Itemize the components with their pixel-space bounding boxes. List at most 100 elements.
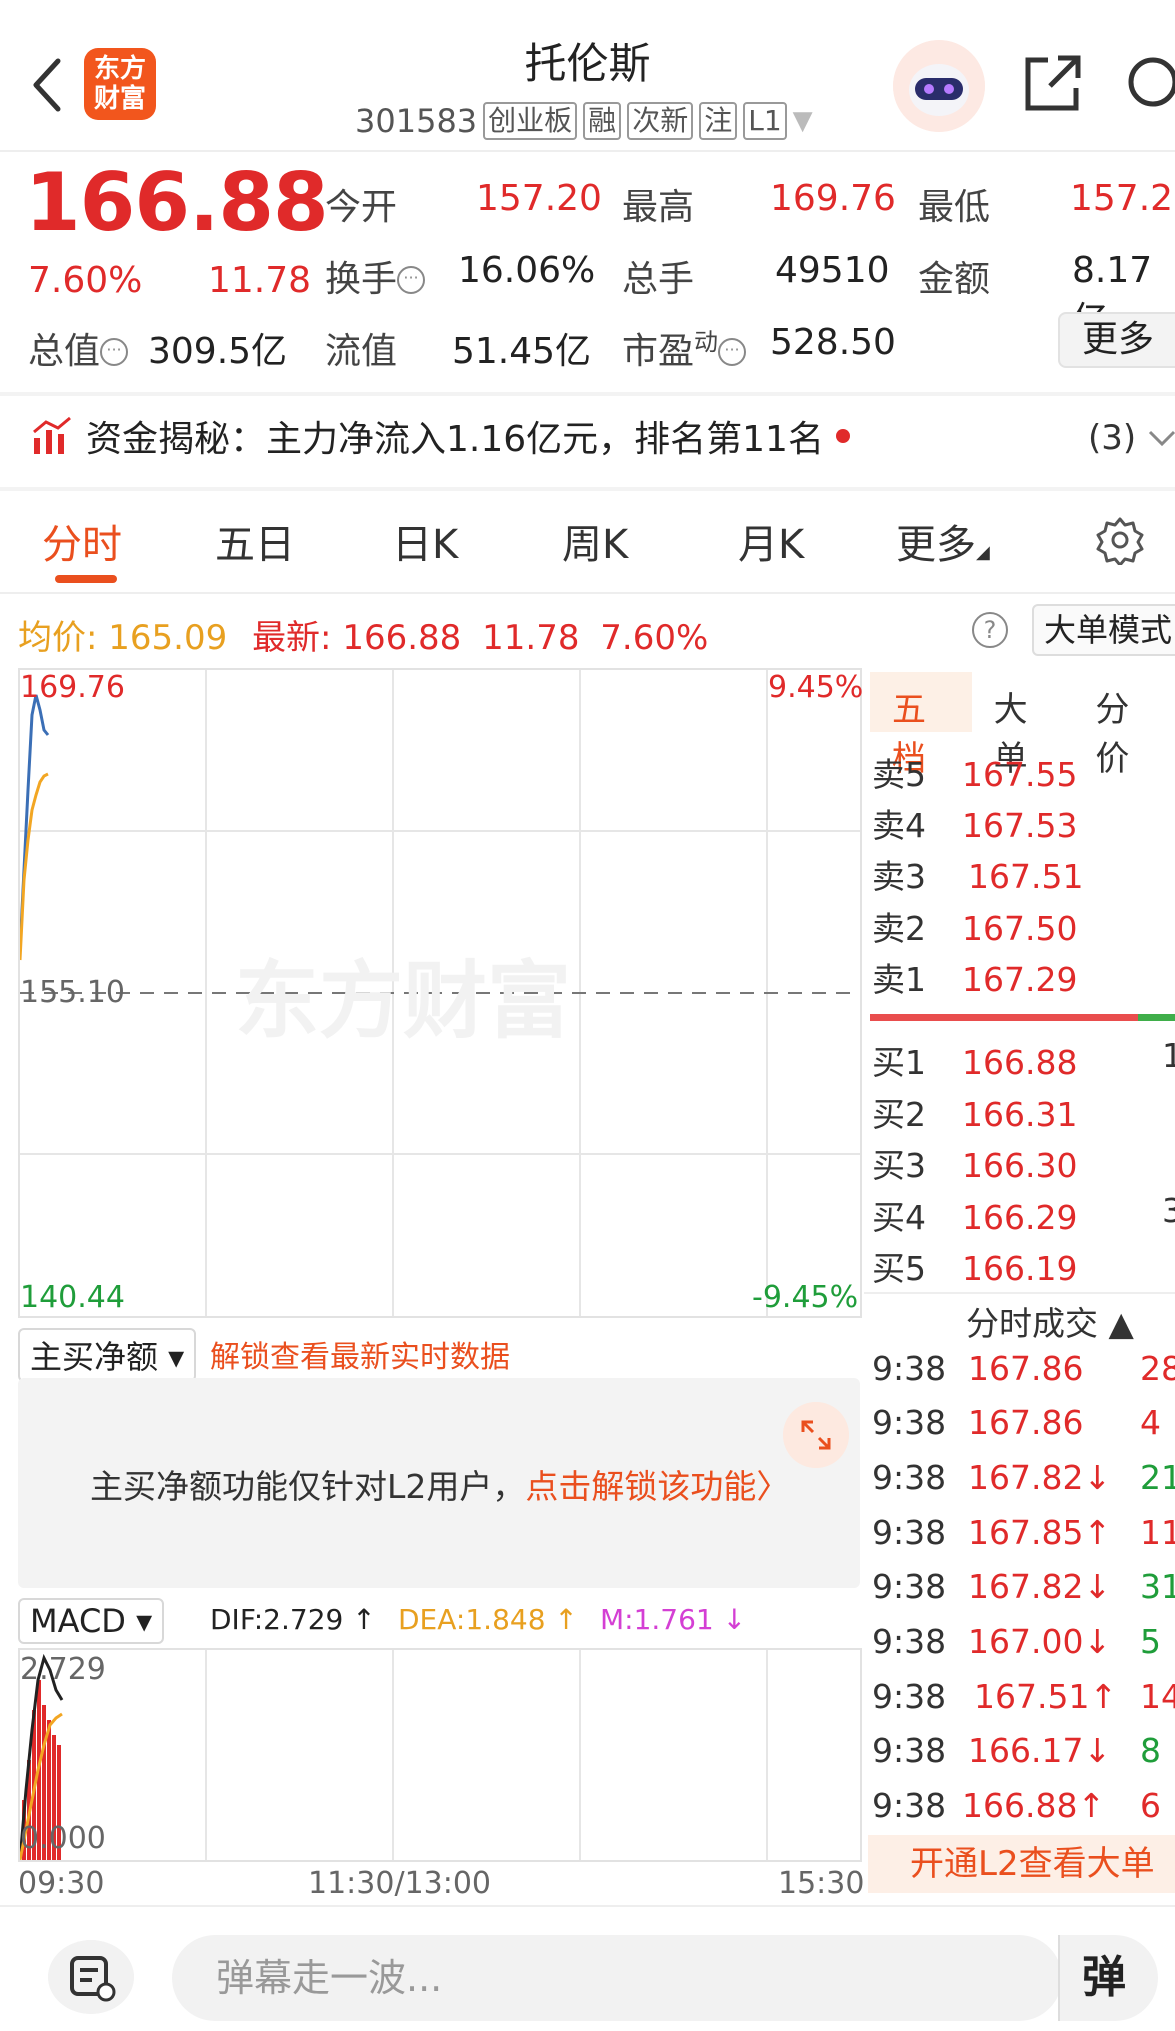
tag-new: 次新 [627, 102, 694, 140]
ask-row[interactable]: 卖3 167.51 [872, 850, 1083, 898]
intraday-chart[interactable]: 东方财富 [18, 668, 862, 1318]
tag-board: 创业板 [483, 102, 578, 140]
tag-level: L1 [743, 102, 787, 140]
macd-selector[interactable]: MACD ▾ [18, 1598, 165, 1644]
bid-row[interactable]: 买3 166.30 [872, 1139, 1077, 1187]
chevron-down-icon[interactable] [1148, 428, 1175, 448]
macd-y-top: 2.729 [20, 1652, 106, 1687]
fund-flow-banner[interactable]: 资金揭秘：主力净流入1.16亿元，排名第11名 [30, 410, 850, 462]
unlock-realtime-link[interactable]: 解锁查看最新实时数据 [210, 1332, 510, 1376]
tab-five-day[interactable]: 五日 [215, 512, 295, 570]
amount-label: 金额 [918, 259, 991, 300]
danmu-input[interactable]: 弹幕走一波... [172, 1935, 1062, 2021]
help-icon[interactable]: ? [972, 612, 1008, 648]
tick-row: 9:38 167.00↓ 5 [872, 1622, 1161, 1661]
orderbook-tabs: 五档 大单 分价 [870, 672, 1175, 779]
tab-more[interactable]: 更多◢ [896, 512, 990, 570]
tag-margin: 融 [583, 102, 622, 140]
macd-chart[interactable] [18, 1648, 862, 1862]
buy-sell-ratio-bar-sell [870, 1014, 1138, 1021]
ask-row[interactable]: 卖4 167.53 [872, 799, 1077, 847]
divider [864, 1292, 1175, 1294]
tick-row: 9:38 166.17↓ 8 [872, 1731, 1161, 1770]
mcap-label[interactable]: 总值 ··· [28, 322, 129, 374]
more-dots-icon[interactable]: ··· [397, 266, 426, 294]
avg-label: 均价: [18, 618, 98, 658]
tab-daily-k[interactable]: 日K [392, 512, 458, 570]
bid-row[interactable]: 买5 166.19 [872, 1242, 1077, 1290]
macd-m: M:1.761 ↓ [600, 1603, 747, 1636]
tick-row: 9:38 167.51↑ 14 [872, 1677, 1175, 1716]
time-axis-midday: 11:30/13:00 [308, 1866, 492, 1901]
chart-watermark: 东方财富 [235, 952, 571, 1050]
open-l2-button[interactable]: 开通L2查看大单 [868, 1835, 1175, 1893]
comment-settings-icon[interactable] [48, 1940, 134, 2014]
ask-row[interactable]: 卖2 167.50 [872, 902, 1077, 950]
macd-dea: DEA:1.848 ↑ [398, 1603, 578, 1636]
price-info-row: 均价: 165.09 最新: 166.88 11.78 7.60% [18, 610, 708, 659]
mcap-value: 309.5亿 [148, 331, 288, 372]
tick-row: 9:38 167.86 4 [872, 1403, 1161, 1442]
avg-value: 165.09 [108, 618, 228, 658]
fund-flow-count[interactable]: (3) [1088, 418, 1136, 458]
stock-name: 托伦斯 [524, 39, 651, 88]
chevron-down-icon[interactable]: ▼ [793, 106, 813, 136]
fund-flow-text: 资金揭秘：主力净流入1.16亿元，排名第11名 [86, 419, 824, 460]
danmu-toggle-button[interactable]: 弹 [1058, 1935, 1158, 2021]
stock-code: 301583 [355, 102, 478, 140]
tab-price-distribution[interactable]: 分价 [1073, 672, 1175, 779]
net-buy-selector[interactable]: 主买净额 ▾ [18, 1328, 197, 1382]
price-line [20, 694, 50, 951]
pe-label[interactable]: 市盈动 ··· [622, 322, 747, 374]
more-dots-icon[interactable]: ··· [100, 338, 129, 366]
volume-value: 49510 [775, 250, 890, 291]
stock-subline[interactable]: 301583 创业板 融 次新 注 L1 ▼ [355, 100, 813, 142]
active-tab-indicator [55, 575, 117, 583]
ask-row[interactable]: 卖1 167.29 [872, 953, 1077, 1001]
change-percent: 7.60% [28, 260, 143, 301]
assistant-robot-icon[interactable] [893, 40, 985, 132]
volume-label: 总手 [622, 259, 695, 300]
float-value: 51.45亿 [452, 331, 592, 372]
tab-weekly-k[interactable]: 周K [562, 512, 628, 570]
divider [0, 150, 1175, 152]
more-dots-icon[interactable]: ··· [718, 338, 747, 366]
latest-value: 166.88 [342, 618, 462, 658]
open-label: 今开 [325, 187, 398, 228]
latest-label: 最新: [252, 618, 332, 658]
tick-row: 9:38 167.82↓ 31 [872, 1567, 1175, 1606]
ticks-header[interactable]: 分时成交 ▲ [966, 1297, 1134, 1345]
high-label: 最高 [622, 187, 695, 228]
float-label: 流值 [325, 331, 398, 372]
ask-row[interactable]: 卖5 167.55 [872, 748, 1077, 796]
macd-y-bottom: 0.000 [20, 1821, 106, 1856]
avg-price-line [20, 772, 49, 961]
more-button[interactable]: 更多 [1058, 312, 1175, 368]
bid-row[interactable]: 买4 166.29 3 [872, 1191, 1175, 1239]
bid-row[interactable]: 买2 166.31 [872, 1088, 1077, 1136]
tab-intraday[interactable]: 分时 [42, 512, 122, 570]
divider [0, 592, 1175, 594]
time-axis-open: 09:30 [18, 1866, 105, 1901]
tab-five-levels[interactable]: 五档 [870, 672, 972, 779]
tick-row: 9:38 167.82↓ 21 [872, 1458, 1175, 1497]
expand-icon[interactable] [783, 1402, 849, 1468]
tick-row: 9:38 166.88↑ 6 [872, 1786, 1161, 1825]
unlock-feature-link[interactable]: 点击解锁该功能〉 [525, 1467, 789, 1506]
open-value: 157.20 [476, 178, 602, 219]
y-axis-high: 169.76 [20, 670, 125, 705]
locked-feature-text[interactable]: 主买净额功能仅针对L2用户，点击解锁该功能〉 [90, 1460, 789, 1508]
tick-row: 9:38 167.86 28 [872, 1349, 1175, 1388]
latest-change: 11.78 [482, 618, 580, 658]
tab-large-orders[interactable]: 大单 [972, 672, 1074, 779]
turnover-label[interactable]: 换手 ··· [325, 250, 426, 302]
turnover-value: 16.06% [458, 250, 596, 291]
share-icon[interactable] [1020, 50, 1086, 116]
change-amount: 11.78 [208, 260, 312, 301]
gear-icon[interactable] [1095, 515, 1145, 565]
bid-row[interactable]: 买1 166.88 1 [872, 1036, 1175, 1084]
large-order-mode-button[interactable]: 大单模式 [1032, 604, 1175, 656]
search-icon[interactable] [1120, 50, 1175, 116]
tab-monthly-k[interactable]: 月K [738, 512, 804, 570]
current-price: 166.88 [25, 156, 329, 249]
